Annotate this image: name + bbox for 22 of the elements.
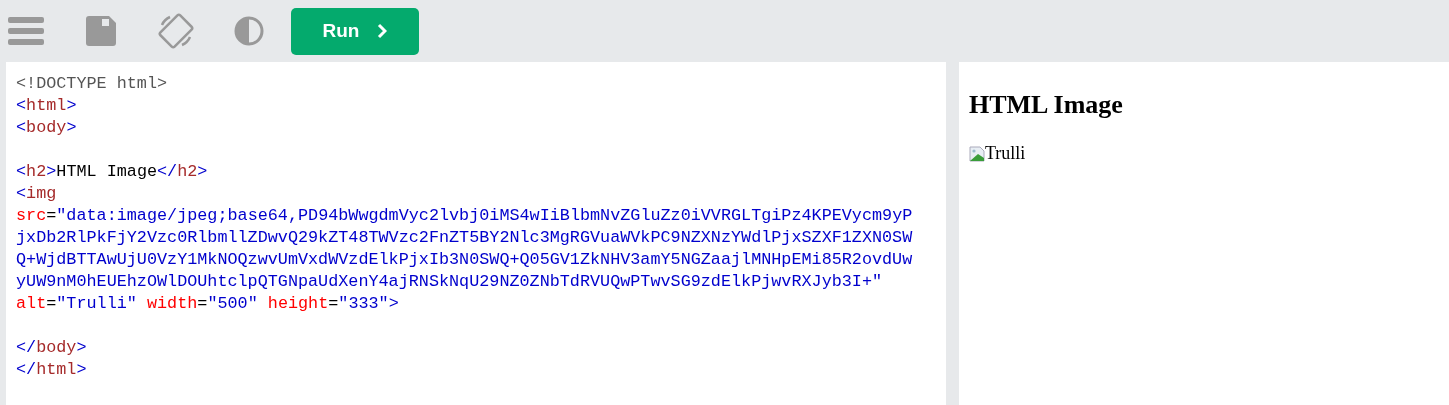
rotate-icon[interactable]	[158, 13, 194, 49]
code-line: <html>	[16, 96, 77, 115]
code-line: <img	[16, 184, 57, 203]
code-line: alt="Trulli" width="500" height="333">	[16, 294, 399, 313]
code-line: </body>	[16, 338, 87, 357]
contrast-icon[interactable]	[234, 16, 264, 46]
code-line: <!DOCTYPE html>	[16, 74, 168, 93]
save-icon[interactable]	[86, 16, 116, 46]
code-editor[interactable]	[6, 62, 946, 405]
image-alt-text: Trulli	[985, 144, 1026, 162]
code-line: yUW9nM0hEUEhzOWlDOUhtclpQTGNpaUdXenY4ajRNSkNqU29NZ0ZNbTdRVUQwPTwvSG9zdElkPjwvRXJyb3I+"	[16, 272, 883, 291]
chevron-icon	[377, 23, 388, 39]
code-line: <h2>HTML Image</h2>	[16, 162, 208, 181]
run-button[interactable]: Run	[291, 7, 419, 55]
code-line: src="data:image/jpeg;base64,PD94bWwgdmVyc2lvbj0iMS4wIiBlbmNvZGluZz0iVVRGLTgiPz4KPEVycm9yP	[16, 206, 913, 225]
code-line: Q+WjdBTTAwUjU0VzY1MkNOQzwvUmVxdWVzdElkPjxIb3N0SWQ+Q05GV1ZkNHV3amY5NGZaajlMNHpEMi85R2ovdUw	[16, 250, 913, 269]
code-line: <body>	[16, 118, 77, 137]
preview-heading: HTML Image	[969, 90, 1123, 120]
code-line: jxDb2RlPkFjY2Vzc0RlbmllZDwvQ29kZT48TWVzc2FnZT5BY2Nlc3MgRGVuaWVkPC9NZXNzYWdlPjxSZXF1ZXN0SW	[16, 228, 913, 247]
broken-image-icon	[969, 146, 985, 162]
menu-icon[interactable]	[8, 16, 44, 46]
code-line: </html>	[16, 360, 87, 379]
